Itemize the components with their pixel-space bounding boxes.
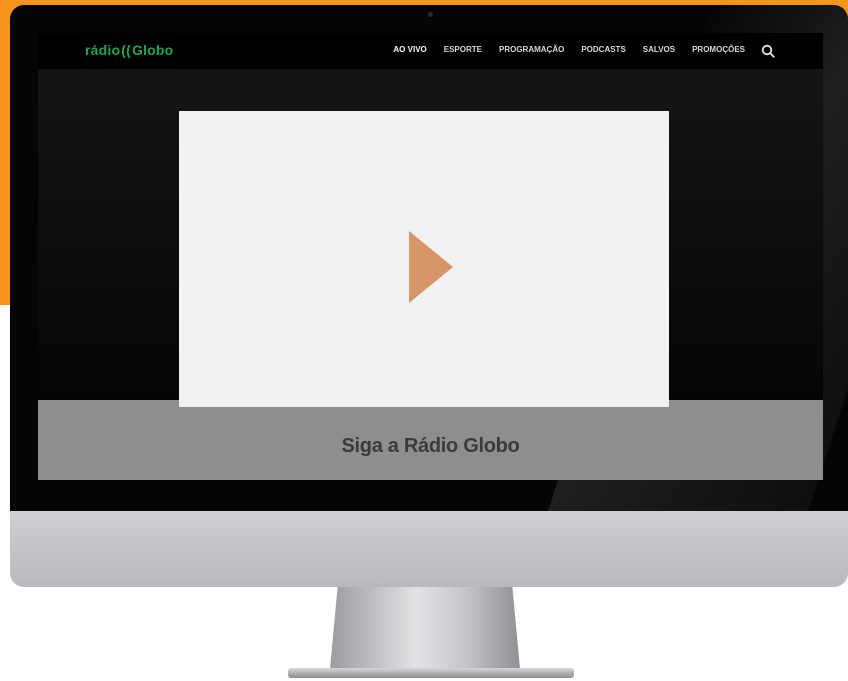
nav-item-podcasts[interactable]: PODCASTS [581, 45, 625, 54]
logo-text-globo: Globo [131, 42, 174, 58]
nav-item-promocoes[interactable]: PROMOÇÕES [692, 45, 745, 54]
website-screen: rádio((Globo AO VIVO ESPORTE PROGRAMAÇÃO… [38, 33, 823, 480]
search-icon[interactable] [761, 44, 775, 58]
monitor-stand-base [288, 668, 574, 678]
logo-text-radio: rádio [85, 42, 121, 58]
top-navbar: rádio((Globo AO VIVO ESPORTE PROGRAMAÇÃO… [38, 33, 823, 69]
follow-title: Siga a Rádio Globo [341, 435, 520, 457]
nav-item-programacao[interactable]: PROGRAMAÇÃO [499, 45, 564, 54]
nav-item-salvos[interactable]: SALVOS [643, 45, 675, 54]
camera-dot [428, 12, 433, 17]
radio-globo-logo[interactable]: rádio((Globo [85, 42, 173, 58]
play-icon[interactable] [409, 231, 453, 303]
monitor-chin [10, 511, 848, 587]
nav-menu: AO VIVO ESPORTE PROGRAMAÇÃO PODCASTS SAL… [393, 45, 745, 54]
nav-item-esporte[interactable]: ESPORTE [444, 45, 482, 54]
mockup-stage: rádio((Globo AO VIVO ESPORTE PROGRAMAÇÃO… [0, 0, 848, 681]
nav-item-ao-vivo[interactable]: AO VIVO [393, 45, 426, 54]
logo-waves: (( [121, 42, 131, 58]
monitor-stand [330, 587, 520, 669]
video-player[interactable] [179, 111, 669, 407]
